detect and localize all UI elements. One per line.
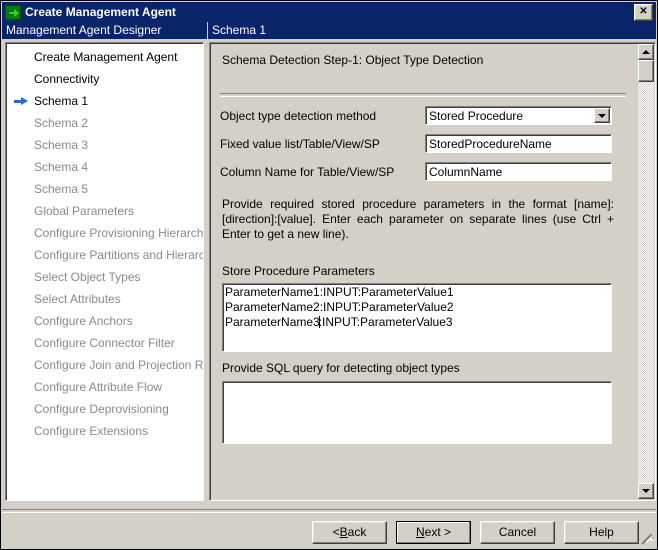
sidebar-item-label: Schema 5 (34, 182, 89, 196)
management-agent-icon (5, 4, 21, 20)
sidebar-item-schema-3[interactable]: Schema 3 (6, 134, 203, 156)
sidebar-item-label: Connectivity (34, 72, 100, 86)
cancel-button[interactable]: Cancel (480, 520, 555, 544)
sidebar-item-label: Select Object Types (34, 270, 141, 284)
sidebar-item-configure-extensions[interactable]: Configure Extensions (6, 420, 203, 442)
sidebar-item-label: Configure Anchors (34, 314, 133, 328)
back-mnemonic: B (339, 525, 348, 539)
scroll-down-icon[interactable] (638, 483, 654, 499)
help-text: Provide required stored procedure parame… (222, 197, 614, 241)
content-inner: Schema Detection Step-1: Object Type Det… (210, 43, 638, 500)
left-pane-header: Management Agent Designer (2, 22, 207, 39)
sidebar-item-connectivity[interactable]: Connectivity (6, 68, 203, 90)
sidebar-item-label: Configure Connector Filter (34, 336, 175, 350)
sidebar-item-label: Configure Provisioning Hierarchy (34, 226, 204, 240)
footer-button-bar: < Back Next > Cancel Help (1, 517, 657, 547)
sidebar-item-schema-5[interactable]: Schema 5 (6, 178, 203, 200)
back-label-post: ack (347, 525, 367, 539)
sidebar-item-configure-deprovisioning[interactable]: Configure Deprovisioning (6, 398, 203, 420)
sql-query-textarea[interactable] (222, 381, 612, 444)
sidebar-item-configure-provisioning-hierarchy[interactable]: Configure Provisioning Hierarchy (6, 222, 203, 244)
sidebar-item-label: Schema 4 (34, 160, 89, 174)
sidebar-item-configure-anchors[interactable]: Configure Anchors (6, 310, 203, 332)
column-name-input[interactable]: ColumnName (425, 162, 612, 181)
sidebar-item-schema-1[interactable]: Schema 1 (6, 90, 203, 112)
store-procedure-parameters-textarea[interactable]: ParameterName1:INPUT:ParameterValue1 Para… (222, 283, 612, 352)
close-icon[interactable]: ✕ (634, 3, 653, 21)
sidebar-item-label: Schema 1 (34, 94, 89, 108)
sidebar-item-global-parameters[interactable]: Global Parameters (6, 200, 203, 222)
sidebar-item-label: Schema 2 (34, 116, 89, 130)
help-button[interactable]: Help (564, 520, 639, 544)
sidebar-item-select-attributes[interactable]: Select Attributes (6, 288, 203, 310)
sidebar-item-label: Configure Partitions and Hierarchies (34, 248, 203, 262)
sidebar-item-configure-connector-filter[interactable]: Configure Connector Filter (6, 332, 203, 354)
sidebar-item-label: Select Attributes (34, 292, 121, 306)
chevron-down-icon[interactable] (594, 108, 610, 123)
label-fixed-value-list: Fixed value list/Table/View/SP (220, 136, 380, 151)
label-sql-query: Provide SQL query for detecting object t… (222, 361, 460, 375)
scrollbar-track[interactable] (638, 60, 654, 483)
sidebar-item-configure-attribute-flow[interactable]: Configure Attribute Flow (6, 376, 203, 398)
sidebar-item-label: Configure Deprovisioning (34, 402, 169, 416)
content-vertical-scrollbar[interactable] (638, 44, 654, 499)
sidebar-item-label: Configure Attribute Flow (34, 380, 163, 394)
wizard-step-list: Create Management Agent Connectivity Schem… (5, 42, 204, 501)
label-detection-method: Object type detection method (220, 108, 377, 123)
sidebar-item-create-management-agent[interactable]: Create Management Agent (6, 46, 203, 68)
back-button[interactable]: < Back (312, 520, 387, 544)
sidebar-item-configure-join-and-projection-rules[interactable]: Configure Join and Projection Rules (6, 354, 203, 376)
sp-param-line: ParameterName3:INPUT:ParameterValue3 (225, 315, 453, 329)
sp-param-line: ParameterName2:INPUT:ParameterValue2 (225, 300, 454, 314)
next-mnemonic: N (415, 525, 425, 539)
sidebar-item-schema-4[interactable]: Schema 4 (6, 156, 203, 178)
label-store-procedure-parameters: Store Procedure Parameters (222, 264, 375, 278)
sidebar-item-label: Configure Extensions (34, 424, 149, 438)
sidebar-item-schema-2[interactable]: Schema 2 (6, 112, 203, 134)
sidebar-item-label: Configure Join and Projection Rules (34, 358, 204, 372)
sidebar-item-select-object-types[interactable]: Select Object Types (6, 266, 203, 288)
sidebar-item-label: Global Parameters (34, 204, 135, 218)
footer-separator (2, 509, 656, 513)
resize-grip[interactable] (641, 533, 655, 547)
current-step-arrow-icon (14, 96, 34, 106)
field-row-column-name: Column Name for Table/View/SP ColumnName (220, 162, 628, 181)
title-separator (220, 93, 626, 97)
right-pane-header: Schema 1 (208, 22, 656, 39)
content-pane: Schema Detection Step-1: Object Type Det… (209, 42, 656, 501)
field-row-fixed-value-list: Fixed value list/Table/View/SP StoredPro… (220, 134, 628, 153)
scrollbar-thumb[interactable] (638, 60, 654, 82)
sidebar-item-label: Create Management Agent (34, 50, 178, 64)
sp-param-line: ParameterName1:INPUT:ParameterValue1 (225, 285, 454, 299)
sidebar-item-label: Schema 3 (34, 138, 89, 152)
detection-method-value: Stored Procedure (429, 108, 524, 123)
fixed-value-list-input[interactable]: StoredProcedureName (425, 134, 612, 153)
create-management-agent-window: Create Management Agent ✕ Management Age… (0, 0, 658, 550)
window-title: Create Management Agent (25, 5, 176, 19)
object-type-detection-method-select[interactable]: Stored Procedure (425, 106, 612, 125)
label-column-name: Column Name for Table/View/SP (220, 164, 395, 179)
next-button[interactable]: Next > (396, 520, 471, 544)
title-bar: Create Management Agent ✕ (2, 2, 656, 22)
next-label-post: ext > (424, 525, 452, 539)
sidebar-item-configure-partitions-and-hierarchies[interactable]: Configure Partitions and Hierarchies (6, 244, 203, 266)
page-title: Schema Detection Step-1: Object Type Det… (222, 53, 484, 67)
field-row-detection-method: Object type detection method Stored Proc… (220, 106, 628, 125)
back-label-pre: < (332, 525, 340, 539)
scroll-up-icon[interactable] (638, 44, 654, 60)
